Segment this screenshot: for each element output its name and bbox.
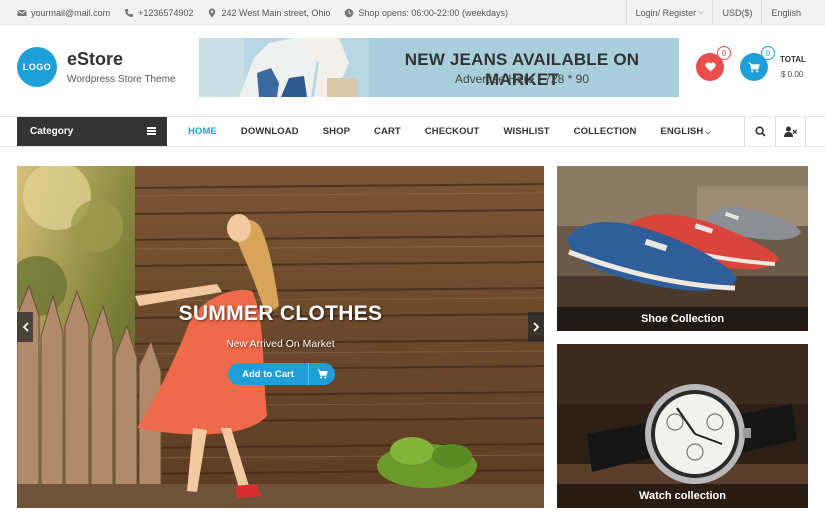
heart-icon [704, 62, 716, 72]
nav-language-label: ENGLISH [660, 126, 704, 137]
hours-text: Shop opens: 06:00-22:00 (weekdays) [358, 7, 508, 18]
cart-total-value: $ 0.00 [781, 70, 804, 79]
phone-text: +1236574902 [138, 7, 194, 18]
cart-total-label: TOTAL [780, 55, 806, 64]
cart-count-badge: 0 [761, 46, 775, 60]
clock-icon [345, 8, 354, 17]
login-register-dropdown[interactable]: Login/ Register ⌵ [625, 0, 713, 25]
menu-bar: HOME DOWNLOAD SHOP CART CHECKOUT WISHLIS… [176, 117, 723, 146]
chevron-right-icon [532, 322, 539, 332]
language-selector[interactable]: English [761, 0, 825, 25]
banner-jeans-photo [199, 38, 369, 97]
currency-label: USD($) [722, 7, 753, 18]
currency-selector[interactable]: USD($) [712, 0, 761, 25]
category-menu-button[interactable]: Category [17, 117, 167, 146]
nav-item-collection[interactable]: COLLECTION [562, 126, 649, 137]
hamburger-icon [147, 127, 156, 135]
slider-next-button[interactable] [528, 312, 544, 342]
logo-text: LOGO [22, 62, 52, 72]
map-marker-icon [209, 8, 216, 17]
site-header: LOGO eStore Wordpress Store Theme NEW JE… [0, 25, 825, 117]
language-label: English [771, 7, 801, 18]
nav-item-wishlist[interactable]: WISHLIST [491, 126, 561, 137]
user-account-button[interactable] [775, 117, 806, 146]
shopping-cart-icon [308, 363, 335, 385]
address-text: 242 West Main street, Ohio [221, 7, 331, 18]
chevron-left-icon [22, 322, 29, 332]
envelope-icon [17, 9, 27, 16]
shoe-collection-card[interactable]: Shoe Collection [557, 166, 808, 331]
advertisement-banner[interactable]: NEW JEANS AVAILABLE ON MARKET Advertise … [199, 38, 679, 97]
cart-button[interactable]: 0 [740, 46, 775, 81]
wishlist-count-badge: 0 [717, 46, 731, 60]
shopping-cart-icon [748, 62, 760, 72]
slider-prev-button[interactable] [17, 312, 33, 342]
slide-subtitle: New Arrived On Market [226, 338, 335, 350]
shop-hours: Shop opens: 06:00-22:00 (weekdays) [344, 8, 508, 18]
wishlist-button[interactable]: 0 [696, 46, 731, 81]
contact-email[interactable]: yourmail@mail.com [17, 8, 110, 18]
add-to-cart-button[interactable]: Add to Cart [228, 363, 335, 385]
watch-collection-card[interactable]: Watch collection [557, 344, 808, 508]
user-times-icon [784, 126, 797, 137]
slide-title: SUMMER CLOTHES [178, 302, 383, 325]
search-icon [754, 126, 766, 137]
nav-item-download[interactable]: DOWNLOAD [229, 126, 311, 137]
summer-clothes-slide-image [17, 166, 544, 508]
phone-icon [125, 8, 134, 17]
search-button[interactable] [744, 117, 775, 146]
chevron-down-icon: ⌵ [705, 129, 711, 136]
login-register-label: Login/ Register [635, 7, 697, 18]
email-text: yourmail@mail.com [31, 7, 111, 18]
banner-subheadline: Advertise Here : 728 * 90 [454, 72, 590, 86]
category-label: Category [30, 126, 74, 137]
nav-item-cart[interactable]: CART [362, 126, 413, 137]
nav-item-shop[interactable]: SHOP [311, 126, 362, 137]
site-logo[interactable]: LOGO [17, 47, 57, 87]
contact-address: 242 West Main street, Ohio [207, 8, 330, 18]
watch-collection-caption: Watch collection [557, 484, 808, 508]
nav-item-home[interactable]: HOME [176, 126, 229, 137]
site-tagline: Wordpress Store Theme [67, 74, 176, 85]
contact-phone[interactable]: +1236574902 [124, 8, 193, 18]
nav-item-language[interactable]: ENGLISH ⌵ [648, 126, 722, 137]
top-bar: yourmail@mail.com +1236574902 242 West M… [0, 0, 825, 25]
add-to-cart-label: Add to Cart [242, 368, 294, 380]
hero-slider[interactable]: SUMMER CLOTHES New Arrived On Market Add… [17, 166, 544, 508]
main-navigation: Category HOME DOWNLOAD SHOP CART CHECKOU… [0, 117, 825, 147]
nav-item-checkout[interactable]: CHECKOUT [413, 126, 492, 137]
site-title[interactable]: eStore [67, 49, 123, 70]
chevron-down-icon: ⌵ [698, 8, 704, 16]
shoe-collection-caption: Shoe Collection [557, 307, 808, 331]
